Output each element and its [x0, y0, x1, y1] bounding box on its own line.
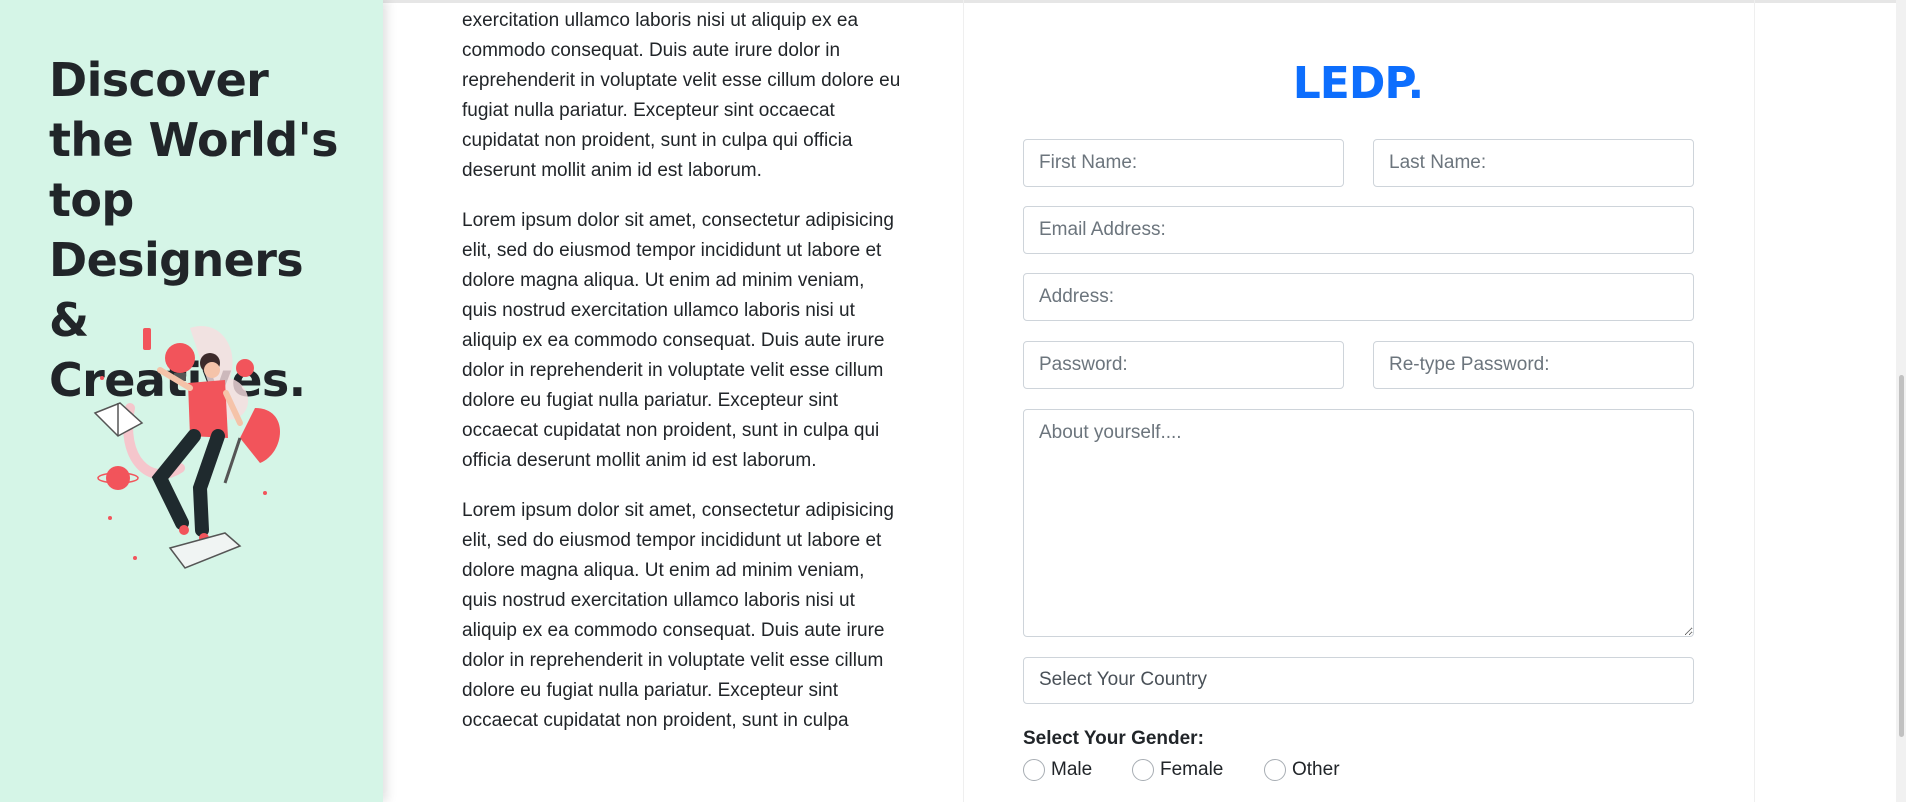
gender-option-other[interactable]: Other [1264, 756, 1340, 784]
last-name-input[interactable] [1373, 139, 1694, 187]
article-text: exercitation ullamco laboris nisi ut ali… [462, 6, 902, 756]
country-select[interactable]: Select Your Country [1023, 657, 1694, 704]
address-input[interactable] [1023, 273, 1694, 321]
article-paragraph: Lorem ipsum dolor sit amet, consectetur … [462, 210, 894, 471]
radio-button[interactable] [1023, 759, 1045, 781]
sidebar: Discover the World's top Designers & Cre… [0, 0, 383, 802]
radio-button[interactable] [1132, 759, 1154, 781]
form-panel-right-border [1754, 0, 1755, 802]
gender-option-label: Male [1051, 759, 1093, 780]
radio-button[interactable] [1264, 759, 1286, 781]
about-textarea[interactable] [1023, 409, 1694, 637]
password-input[interactable] [1023, 341, 1344, 389]
gender-option-male[interactable]: Male [1023, 756, 1092, 784]
gender-option-label: Other [1292, 759, 1340, 780]
creative-person-illustration [93, 326, 280, 569]
article-paragraph: Lorem ipsum dolor sit amet, consectetur … [462, 500, 894, 731]
scrollbar-thumb[interactable] [1899, 375, 1904, 737]
email-input[interactable] [1023, 206, 1694, 254]
brand-logo: LEDP. [1292, 58, 1425, 109]
gender-option-label: Female [1160, 759, 1224, 780]
gender-option-female[interactable]: Female [1132, 756, 1223, 784]
form-panel-left-border [963, 0, 964, 802]
retype-password-input[interactable] [1373, 341, 1694, 389]
gender-label: Select Your Gender: [1023, 728, 1204, 749]
first-name-input[interactable] [1023, 139, 1344, 187]
article-paragraph: exercitation ullamco laboris nisi ut ali… [462, 10, 901, 181]
